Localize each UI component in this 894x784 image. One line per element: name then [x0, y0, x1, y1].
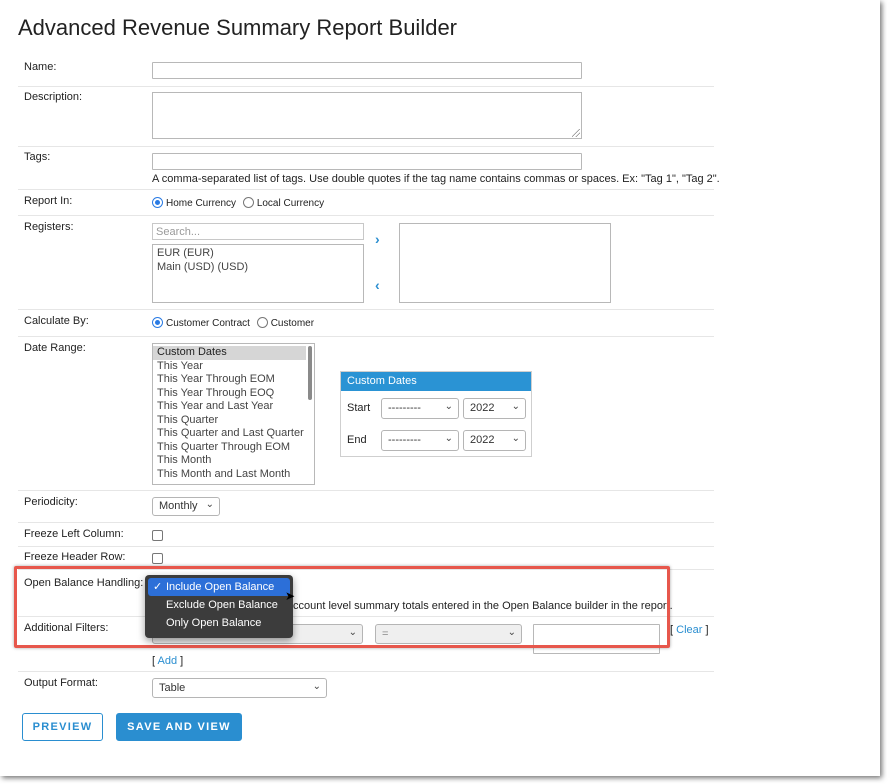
radio-home-currency[interactable]: Home Currency: [152, 197, 236, 209]
radio-selected-icon[interactable]: [152, 197, 163, 208]
open-balance-dropdown-menu[interactable]: ✓ Include Open Balance Exclude Open Bala…: [145, 575, 293, 638]
date-range-list[interactable]: Custom Dates This Year This Year Through…: [152, 343, 315, 485]
chevron-down-icon: ⌄: [444, 401, 453, 412]
highlight-box: [14, 566, 670, 648]
registers-selected-list[interactable]: [399, 223, 611, 303]
list-item[interactable]: This Quarter and Last Quarter: [153, 427, 306, 441]
checkmark-icon: ✓: [153, 581, 163, 593]
divider: [18, 86, 714, 87]
tags-label: Tags:: [24, 151, 51, 163]
report-builder-window: Advanced Revenue Summary Report Builder …: [0, 0, 880, 776]
list-item[interactable]: This Year and Last Year: [153, 400, 306, 414]
radio-unselected-icon[interactable]: [242, 197, 254, 208]
divider: [18, 215, 714, 216]
divider: [18, 309, 714, 310]
registers-available-list[interactable]: EUR (EUR) Main (USD) (USD): [152, 244, 364, 303]
divider: [18, 146, 714, 147]
list-item[interactable]: This Quarter: [153, 414, 306, 428]
end-year-select[interactable]: 2022 ⌄: [463, 430, 526, 451]
freeze-header-label: Freeze Header Row:: [24, 551, 126, 563]
periodicity-select[interactable]: Monthly ⌄: [152, 497, 220, 516]
divider: [18, 189, 714, 190]
radio-unselected-icon[interactable]: [256, 317, 268, 328]
chevron-left-icon[interactable]: ‹: [375, 277, 380, 293]
chevron-down-icon: ⌄: [511, 433, 520, 444]
chevron-down-icon: ⌄: [444, 433, 453, 444]
chevron-down-icon: ⌄: [511, 401, 520, 412]
custom-dates-header: Custom Dates: [341, 372, 531, 391]
clear-filter: [ Clear ]: [670, 624, 709, 636]
clear-filter-link[interactable]: Clear: [676, 624, 702, 636]
divider: [18, 522, 714, 523]
divider: [18, 490, 714, 491]
list-item[interactable]: This Month and Last Month: [153, 468, 306, 482]
report-in-radio-group: Home Currency Local Currency: [152, 197, 328, 209]
calculate-by-label: Calculate By:: [24, 315, 89, 327]
radio-customer-contract[interactable]: Customer Contract: [152, 317, 250, 329]
tags-hint: A comma-separated list of tags. Use doub…: [152, 173, 720, 185]
menu-item-include-open-balance[interactable]: ✓ Include Open Balance: [148, 578, 290, 596]
list-item[interactable]: EUR (EUR): [153, 247, 363, 261]
list-item[interactable]: This Quarter Through EOM: [153, 441, 306, 455]
report-in-label: Report In:: [24, 195, 73, 207]
registers-search-input[interactable]: Search...: [152, 223, 364, 240]
list-item-selected[interactable]: Custom Dates: [153, 346, 306, 360]
date-range-label: Date Range:: [24, 342, 86, 354]
list-item[interactable]: This Year: [153, 360, 306, 374]
scrollbar-thumb[interactable]: [308, 346, 312, 400]
resize-grip-icon[interactable]: [572, 129, 580, 137]
chevron-down-icon: ⌄: [312, 681, 321, 692]
list-item[interactable]: This Year Through EOQ: [153, 387, 306, 401]
start-label: Start: [347, 402, 371, 414]
freeze-header-checkbox[interactable]: [152, 553, 163, 564]
name-label: Name:: [24, 61, 57, 73]
mouse-cursor-icon: ➤: [285, 589, 296, 603]
tags-input[interactable]: [152, 153, 582, 170]
chevron-down-icon: ⌄: [205, 499, 214, 510]
registers-label: Registers:: [24, 221, 74, 233]
page-title: Advanced Revenue Summary Report Builder: [18, 15, 458, 40]
list-item[interactable]: This Month: [153, 454, 306, 468]
add-filter-link[interactable]: Add: [158, 655, 178, 667]
radio-customer[interactable]: Customer: [256, 317, 314, 329]
chevron-right-icon[interactable]: ›: [375, 231, 380, 247]
freeze-left-checkbox[interactable]: [152, 530, 163, 541]
radio-selected-icon[interactable]: [152, 317, 163, 328]
start-month-select[interactable]: --------- ⌄: [381, 398, 459, 419]
freeze-left-label: Freeze Left Column:: [24, 528, 124, 540]
output-format-select[interactable]: Table ⌄: [152, 678, 327, 698]
menu-item-exclude-open-balance[interactable]: Exclude Open Balance: [148, 596, 290, 614]
radio-local-currency[interactable]: Local Currency: [242, 197, 324, 209]
description-label: Description:: [24, 91, 83, 103]
preview-button[interactable]: PREVIEW: [22, 713, 103, 741]
end-month-select[interactable]: --------- ⌄: [381, 430, 459, 451]
description-textarea[interactable]: [152, 92, 582, 139]
custom-dates-panel: Custom Dates Start --------- ⌄ 2022 ⌄ En…: [340, 371, 532, 457]
name-input[interactable]: [152, 62, 582, 79]
list-item[interactable]: This Year Through EOM: [153, 373, 306, 387]
calculate-by-radio-group: Customer Contract Customer: [152, 317, 318, 329]
end-label: End: [347, 434, 367, 446]
add-filter: [ Add ]: [152, 655, 184, 667]
divider: [18, 336, 714, 337]
output-format-label: Output Format:: [24, 677, 98, 689]
menu-item-only-open-balance[interactable]: Only Open Balance: [148, 614, 290, 632]
save-and-view-button[interactable]: SAVE AND VIEW: [116, 713, 242, 741]
periodicity-label: Periodicity:: [24, 496, 78, 508]
divider: [18, 671, 714, 672]
start-year-select[interactable]: 2022 ⌄: [463, 398, 526, 419]
divider: [18, 546, 714, 547]
list-item[interactable]: Main (USD) (USD): [153, 261, 363, 275]
